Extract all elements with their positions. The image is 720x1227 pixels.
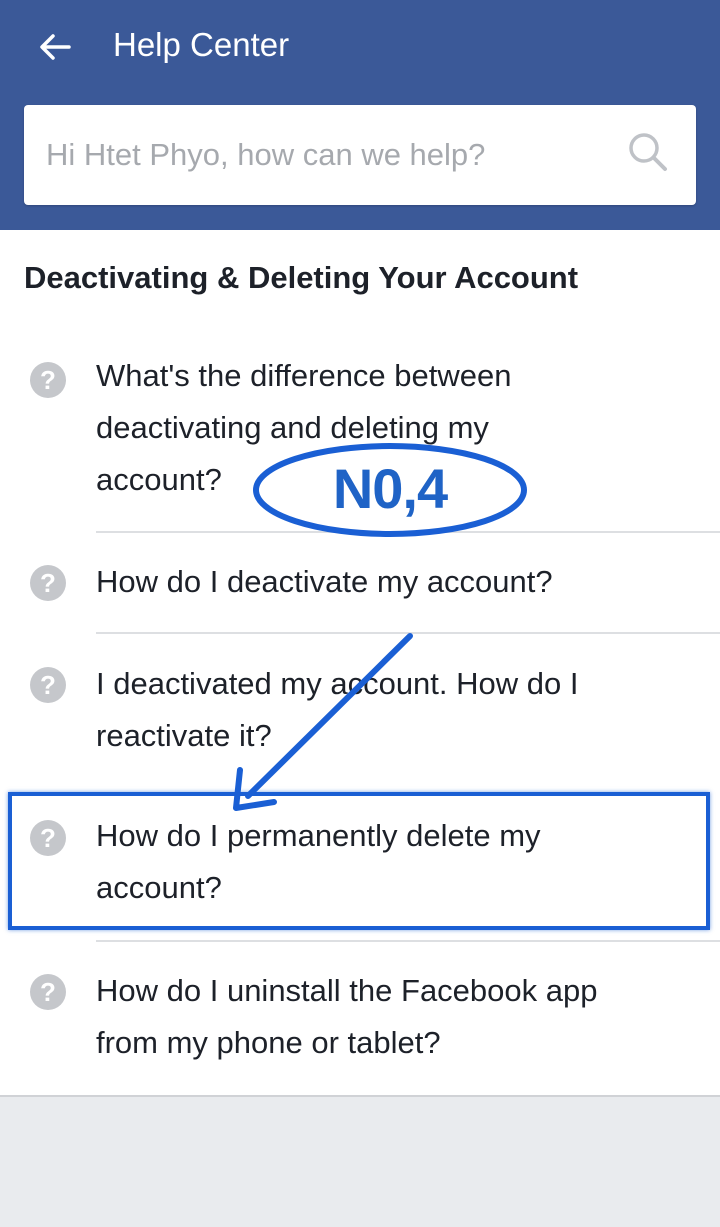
faq-item-label: How do I deactivate my account?	[96, 564, 553, 599]
help-center-screen: Help Center Deactivating & Deleting Your…	[0, 0, 720, 1227]
section-title: Deactivating & Deleting Your Account	[24, 260, 579, 295]
faq-item-label: I deactivated my account. How do I react…	[96, 666, 579, 753]
back-arrow-icon	[40, 34, 71, 60]
divider	[96, 632, 720, 634]
question-circle-icon: ?	[30, 974, 66, 1010]
search-icon[interactable]	[626, 130, 670, 174]
search-box[interactable]	[24, 105, 696, 205]
divider	[96, 940, 720, 942]
faq-item-uninstall-app[interactable]: ? How do I uninstall the Facebook app fr…	[0, 965, 720, 1075]
question-circle-icon: ?	[30, 362, 66, 398]
annotation-highlight-box	[8, 792, 710, 930]
content-bottom-border	[0, 1095, 720, 1097]
annotation-label: N0,4	[332, 457, 448, 520]
page-title: Help Center	[113, 26, 290, 63]
faq-item-reactivate[interactable]: ? I deactivated my account. How do I rea…	[0, 658, 720, 778]
header-bar: Help Center	[0, 0, 720, 230]
faq-item-deactivate[interactable]: ? How do I deactivate my account?	[0, 556, 720, 632]
back-button[interactable]	[30, 22, 80, 72]
search-input[interactable]	[46, 133, 606, 177]
faq-item-label: How do I uninstall the Facebook app from…	[96, 973, 598, 1060]
question-circle-icon: ?	[30, 667, 66, 703]
question-circle-icon: ?	[30, 565, 66, 601]
